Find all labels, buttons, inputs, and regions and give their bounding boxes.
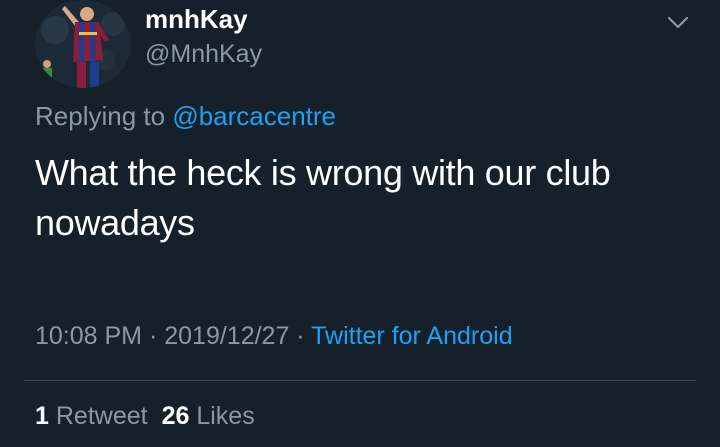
avatar[interactable] bbox=[35, 0, 131, 88]
chevron-down-icon[interactable] bbox=[666, 12, 690, 32]
user-handle[interactable]: @MnhKay bbox=[145, 40, 262, 69]
retweet-label: Retweet bbox=[55, 402, 148, 430]
tweet-date[interactable]: 2019/12/27 bbox=[164, 322, 289, 350]
divider bbox=[24, 380, 696, 381]
retweet-count: 1 bbox=[35, 402, 49, 430]
meta-separator: · bbox=[142, 322, 165, 350]
replying-to: Replying to @barcacentre bbox=[35, 101, 336, 132]
tweet-text: What the heck is wrong with our club now… bbox=[35, 152, 611, 243]
tweet-source-link[interactable]: Twitter for Android bbox=[311, 322, 512, 350]
display-name[interactable]: mnhKay bbox=[145, 4, 248, 35]
likes-label: Likes bbox=[196, 402, 255, 430]
user-avatar-photo bbox=[35, 0, 131, 88]
tweet-stats: 1 Retweet 26 Likes bbox=[35, 402, 255, 431]
reply-mention-link[interactable]: @barcacentre bbox=[172, 101, 336, 131]
tweet-time[interactable]: 10:08 PM bbox=[35, 322, 142, 350]
meta-separator: · bbox=[289, 322, 312, 350]
likes-count: 26 bbox=[161, 402, 190, 430]
likes-count-link[interactable]: 26 Likes bbox=[162, 402, 255, 430]
replying-to-label: Replying to bbox=[35, 101, 166, 131]
retweet-count-link[interactable]: 1 Retweet bbox=[35, 402, 148, 430]
tweet-meta: 10:08 PM · 2019/12/27 · Twitter for Andr… bbox=[35, 322, 513, 351]
